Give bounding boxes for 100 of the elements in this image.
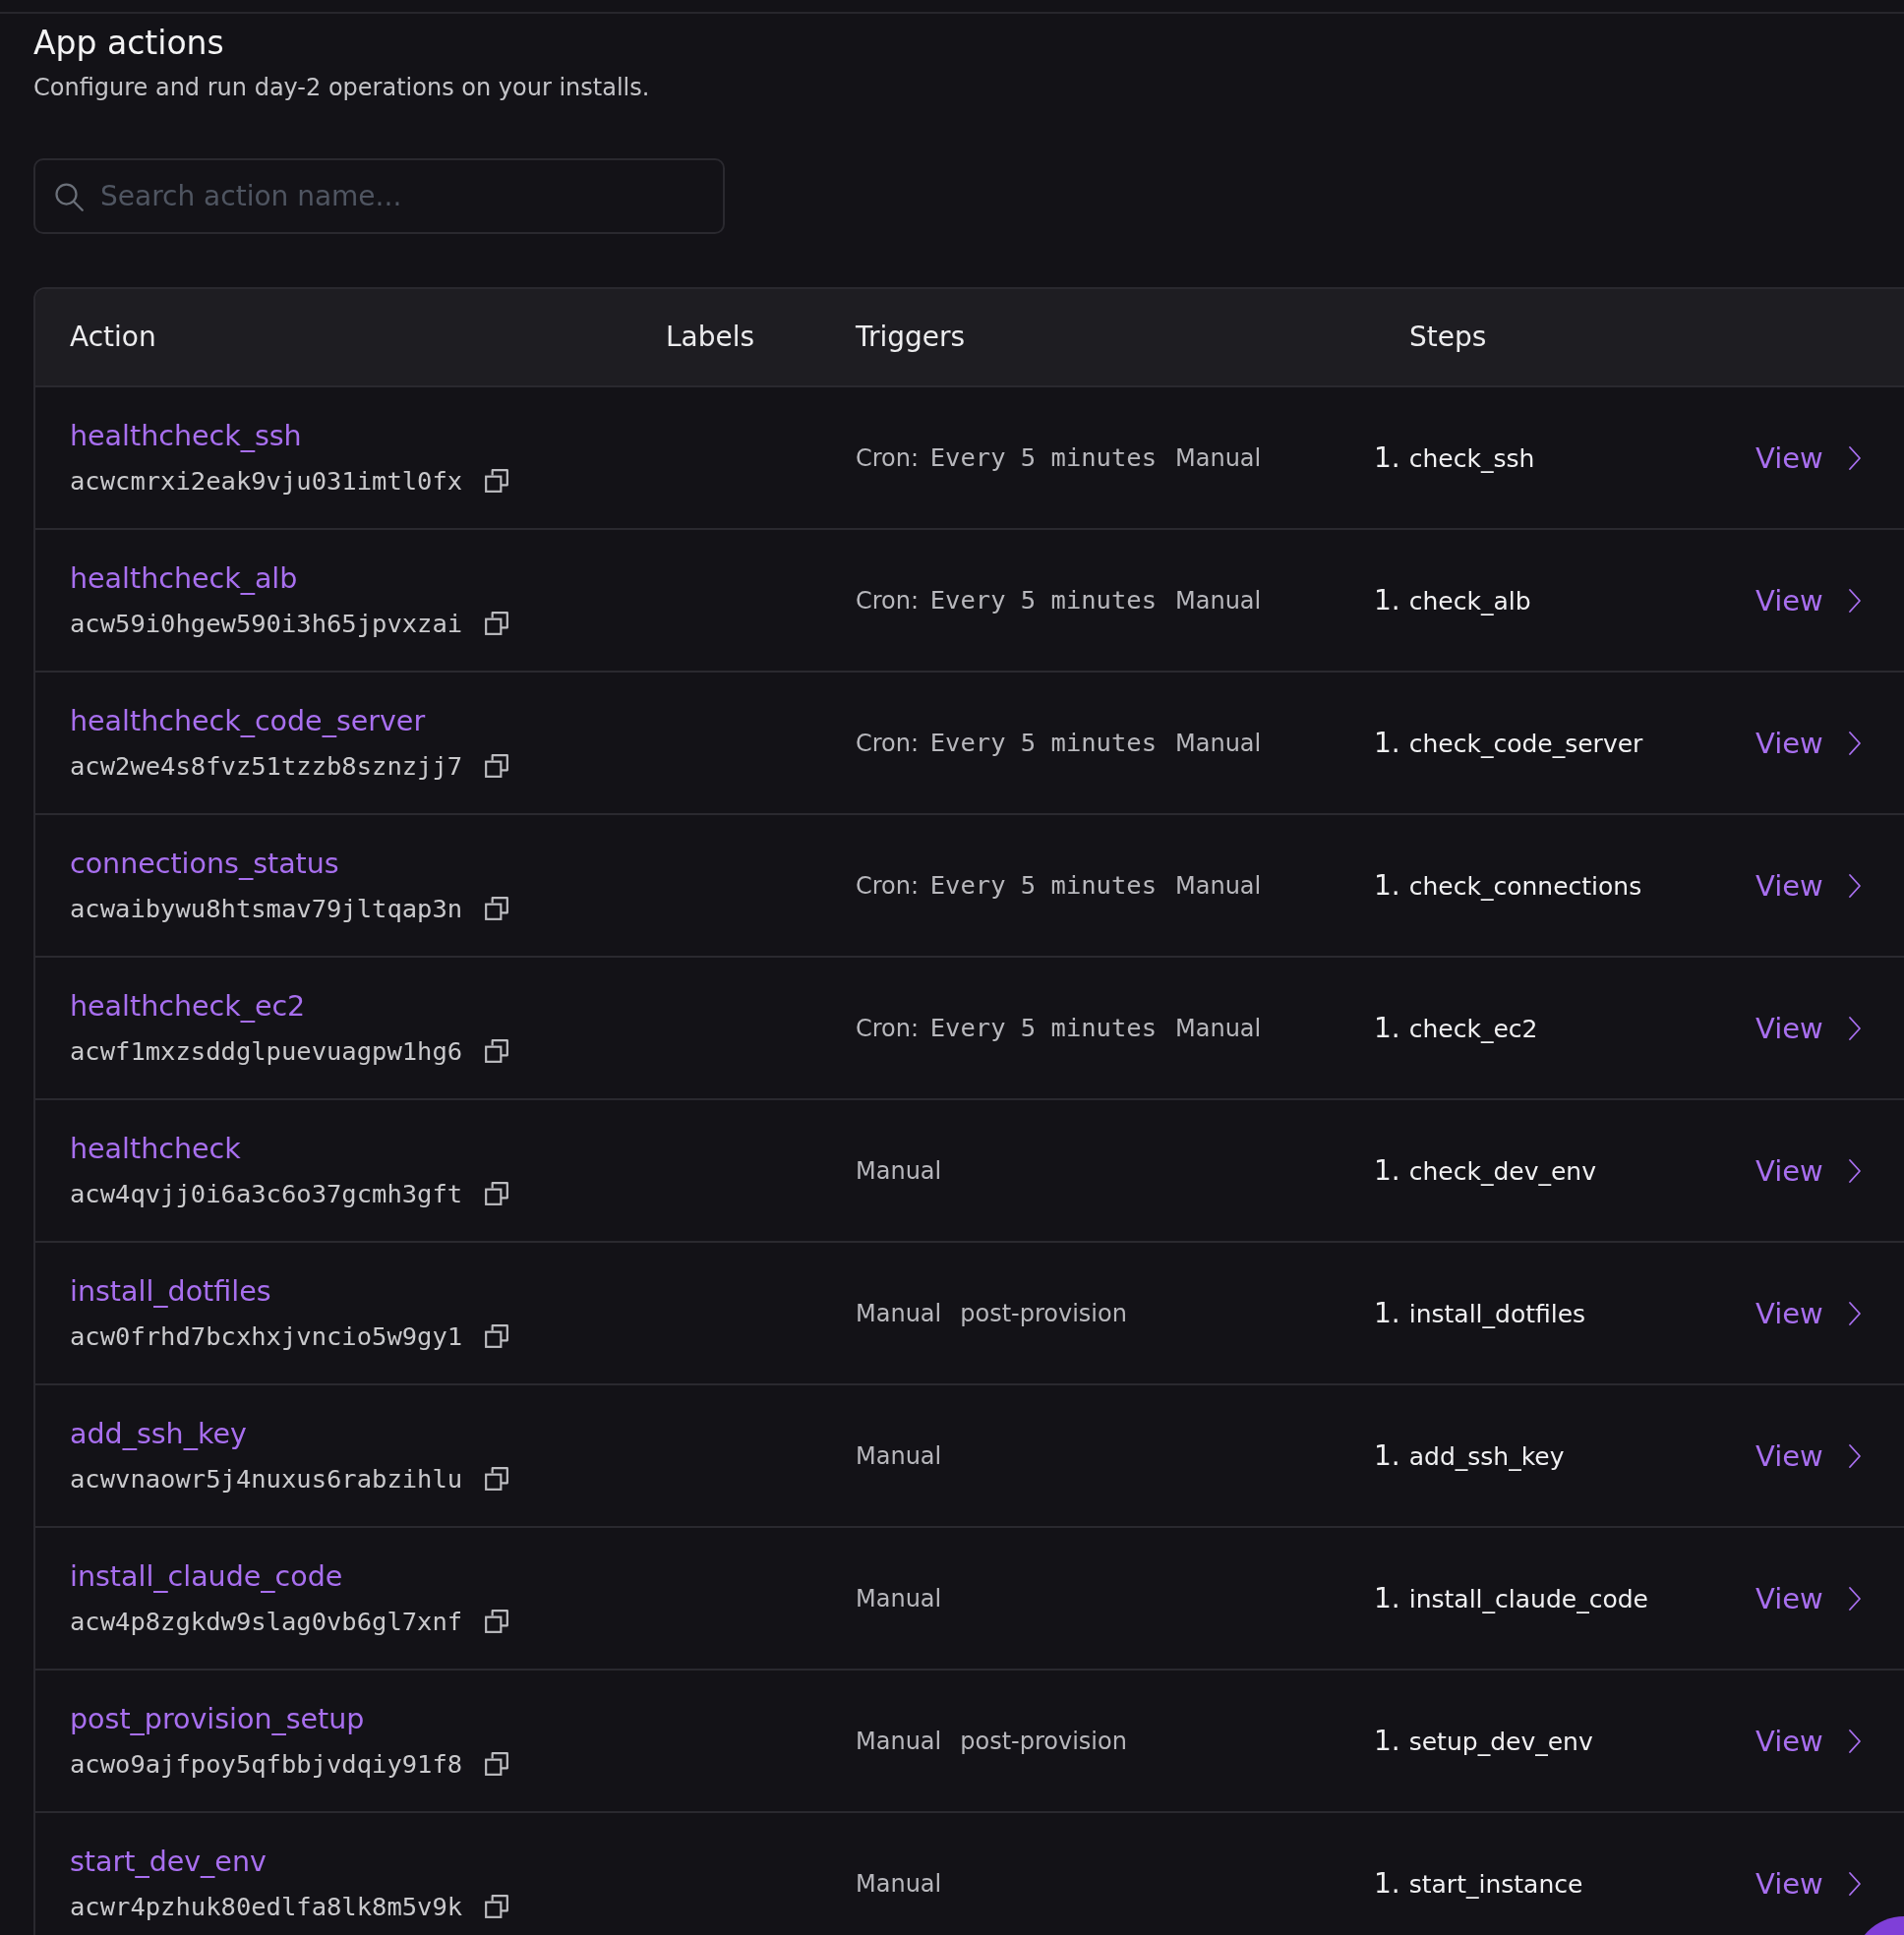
chevron-right-icon bbox=[1847, 1585, 1862, 1612]
chevron-right-icon bbox=[1847, 1300, 1862, 1326]
trigger-text: Manual bbox=[1175, 585, 1262, 616]
column-header: Triggers bbox=[856, 320, 966, 355]
view-link[interactable]: View bbox=[1755, 582, 1862, 618]
action-name-link[interactable]: connections_status bbox=[70, 846, 339, 882]
view-link[interactable]: View bbox=[1755, 1723, 1862, 1759]
page-title: App actions bbox=[33, 24, 224, 63]
trigger-text: post-provision bbox=[960, 1298, 1127, 1329]
view-link[interactable]: View bbox=[1755, 1437, 1862, 1474]
step-number: 1. bbox=[1374, 1010, 1400, 1046]
step-name: check_code_server bbox=[1408, 728, 1643, 760]
action-name-link[interactable]: install_dotfiles bbox=[70, 1273, 271, 1310]
chevron-right-icon bbox=[1847, 1157, 1862, 1184]
trigger-text: Cron: Every 5 minutes bbox=[856, 727, 1157, 759]
trigger-text: Manual bbox=[1175, 1013, 1262, 1044]
action-id: acwf1mxzsddglpuevuagpw1hg6 bbox=[70, 1034, 463, 1068]
action-id: acwr4pzhuk80edlfa8lk8m5v9k bbox=[70, 1890, 463, 1923]
trigger-text: Manual bbox=[856, 1440, 942, 1472]
step-number: 1. bbox=[1374, 1865, 1400, 1902]
page-subtitle: Configure and run day-2 operations on your installs. bbox=[33, 73, 650, 103]
step-number: 1. bbox=[1374, 1295, 1400, 1331]
view-link[interactable]: View bbox=[1755, 440, 1862, 476]
copy-icon[interactable] bbox=[484, 1037, 510, 1064]
trigger-text: Manual bbox=[856, 1155, 942, 1187]
action-name-link[interactable]: start_dev_env bbox=[70, 1844, 267, 1880]
view-link[interactable]: View bbox=[1755, 1580, 1862, 1616]
chevron-right-icon bbox=[1847, 1442, 1862, 1469]
action-id: acw4qvjj0i6a3c6o37gcmh3gft bbox=[70, 1177, 463, 1210]
step-number: 1. bbox=[1374, 1580, 1400, 1616]
action-id: acw4p8zgkdw9slag0vb6gl7xnf bbox=[70, 1605, 463, 1638]
step-name: check_dev_env bbox=[1408, 1155, 1596, 1188]
copy-icon[interactable] bbox=[484, 1465, 510, 1492]
column-header: Labels bbox=[666, 320, 755, 355]
view-link[interactable]: View bbox=[1755, 867, 1862, 904]
chevron-right-icon bbox=[1847, 1870, 1862, 1897]
step-number: 1. bbox=[1374, 1437, 1400, 1474]
action-id: acw59i0hgew590i3h65jpvxzai bbox=[70, 607, 463, 640]
action-id: acwcmrxi2eak9vju031imtl0fx bbox=[70, 464, 463, 498]
step-name: setup_dev_env bbox=[1408, 1726, 1593, 1758]
action-id: acwvnaowr5j4nuxus6rabzihlu bbox=[70, 1462, 463, 1495]
trigger-text: Manual bbox=[856, 1868, 942, 1900]
trigger-text: Manual bbox=[1175, 442, 1262, 474]
action-name-link[interactable]: install_claude_code bbox=[70, 1558, 343, 1595]
search-field[interactable]: Search action name... bbox=[33, 158, 725, 234]
copy-icon[interactable] bbox=[484, 1608, 510, 1634]
chevron-right-icon bbox=[1847, 444, 1862, 471]
view-link[interactable]: View bbox=[1755, 1865, 1862, 1902]
view-link[interactable]: View bbox=[1755, 1152, 1862, 1189]
trigger-text: Manual bbox=[856, 1583, 942, 1614]
step-name: install_dotfiles bbox=[1408, 1298, 1586, 1330]
copy-icon[interactable] bbox=[484, 1322, 510, 1349]
step-number: 1. bbox=[1374, 1152, 1400, 1189]
chevron-right-icon bbox=[1847, 587, 1862, 614]
copy-icon[interactable] bbox=[484, 752, 510, 779]
action-id: acwaibywu8htsmav79jltqap3n bbox=[70, 892, 463, 925]
action-id: acw0frhd7bcxhxjvncio5w9gy1 bbox=[70, 1319, 463, 1353]
step-name: check_ec2 bbox=[1408, 1013, 1538, 1045]
copy-icon[interactable] bbox=[484, 467, 510, 494]
step-name: check_ssh bbox=[1408, 442, 1535, 475]
copy-icon[interactable] bbox=[484, 895, 510, 921]
action-name-link[interactable]: healthcheck_ec2 bbox=[70, 988, 306, 1025]
chevron-right-icon bbox=[1847, 1728, 1862, 1754]
trigger-text: Cron: Every 5 minutes bbox=[856, 584, 1157, 616]
trigger-text: post-provision bbox=[960, 1726, 1127, 1757]
trigger-text: Cron: Every 5 minutes bbox=[856, 1012, 1157, 1044]
step-number: 1. bbox=[1374, 582, 1400, 618]
step-name: start_instance bbox=[1408, 1868, 1583, 1901]
step-number: 1. bbox=[1374, 440, 1400, 476]
step-number: 1. bbox=[1374, 725, 1400, 761]
trigger-text: Manual bbox=[856, 1726, 942, 1757]
trigger-text: Cron: Every 5 minutes bbox=[856, 441, 1157, 474]
action-name-link[interactable]: healthcheck bbox=[70, 1131, 241, 1167]
step-number: 1. bbox=[1374, 867, 1400, 904]
view-link[interactable]: View bbox=[1755, 1010, 1862, 1046]
search-icon bbox=[54, 182, 84, 211]
trigger-text: Manual bbox=[856, 1298, 942, 1329]
copy-icon[interactable] bbox=[484, 1893, 510, 1919]
action-name-link[interactable]: healthcheck_ssh bbox=[70, 418, 302, 454]
view-link[interactable]: View bbox=[1755, 725, 1862, 761]
trigger-text: Manual bbox=[1175, 870, 1262, 902]
step-name: check_connections bbox=[1408, 870, 1642, 903]
action-id: acw2we4s8fvz51tzzb8sznzjj7 bbox=[70, 749, 463, 783]
view-link[interactable]: View bbox=[1755, 1295, 1862, 1331]
chevron-right-icon bbox=[1847, 872, 1862, 899]
action-name-link[interactable]: healthcheck_code_server bbox=[70, 703, 426, 739]
copy-icon[interactable] bbox=[484, 1750, 510, 1777]
action-name-link[interactable]: post_provision_setup bbox=[70, 1701, 365, 1737]
column-header: Action bbox=[70, 320, 156, 355]
trigger-text: Manual bbox=[1175, 728, 1262, 759]
chevron-right-icon bbox=[1847, 730, 1862, 756]
copy-icon[interactable] bbox=[484, 610, 510, 636]
trigger-text: Cron: Every 5 minutes bbox=[856, 869, 1157, 902]
action-id: acwo9ajfpoy5qfbbjvdqiy91f8 bbox=[70, 1747, 463, 1781]
copy-icon[interactable] bbox=[484, 1180, 510, 1206]
action-name-link[interactable]: healthcheck_alb bbox=[70, 560, 298, 597]
chevron-right-icon bbox=[1847, 1015, 1862, 1041]
step-name: check_alb bbox=[1408, 585, 1531, 617]
step-number: 1. bbox=[1374, 1723, 1400, 1759]
action-name-link[interactable]: add_ssh_key bbox=[70, 1416, 247, 1452]
